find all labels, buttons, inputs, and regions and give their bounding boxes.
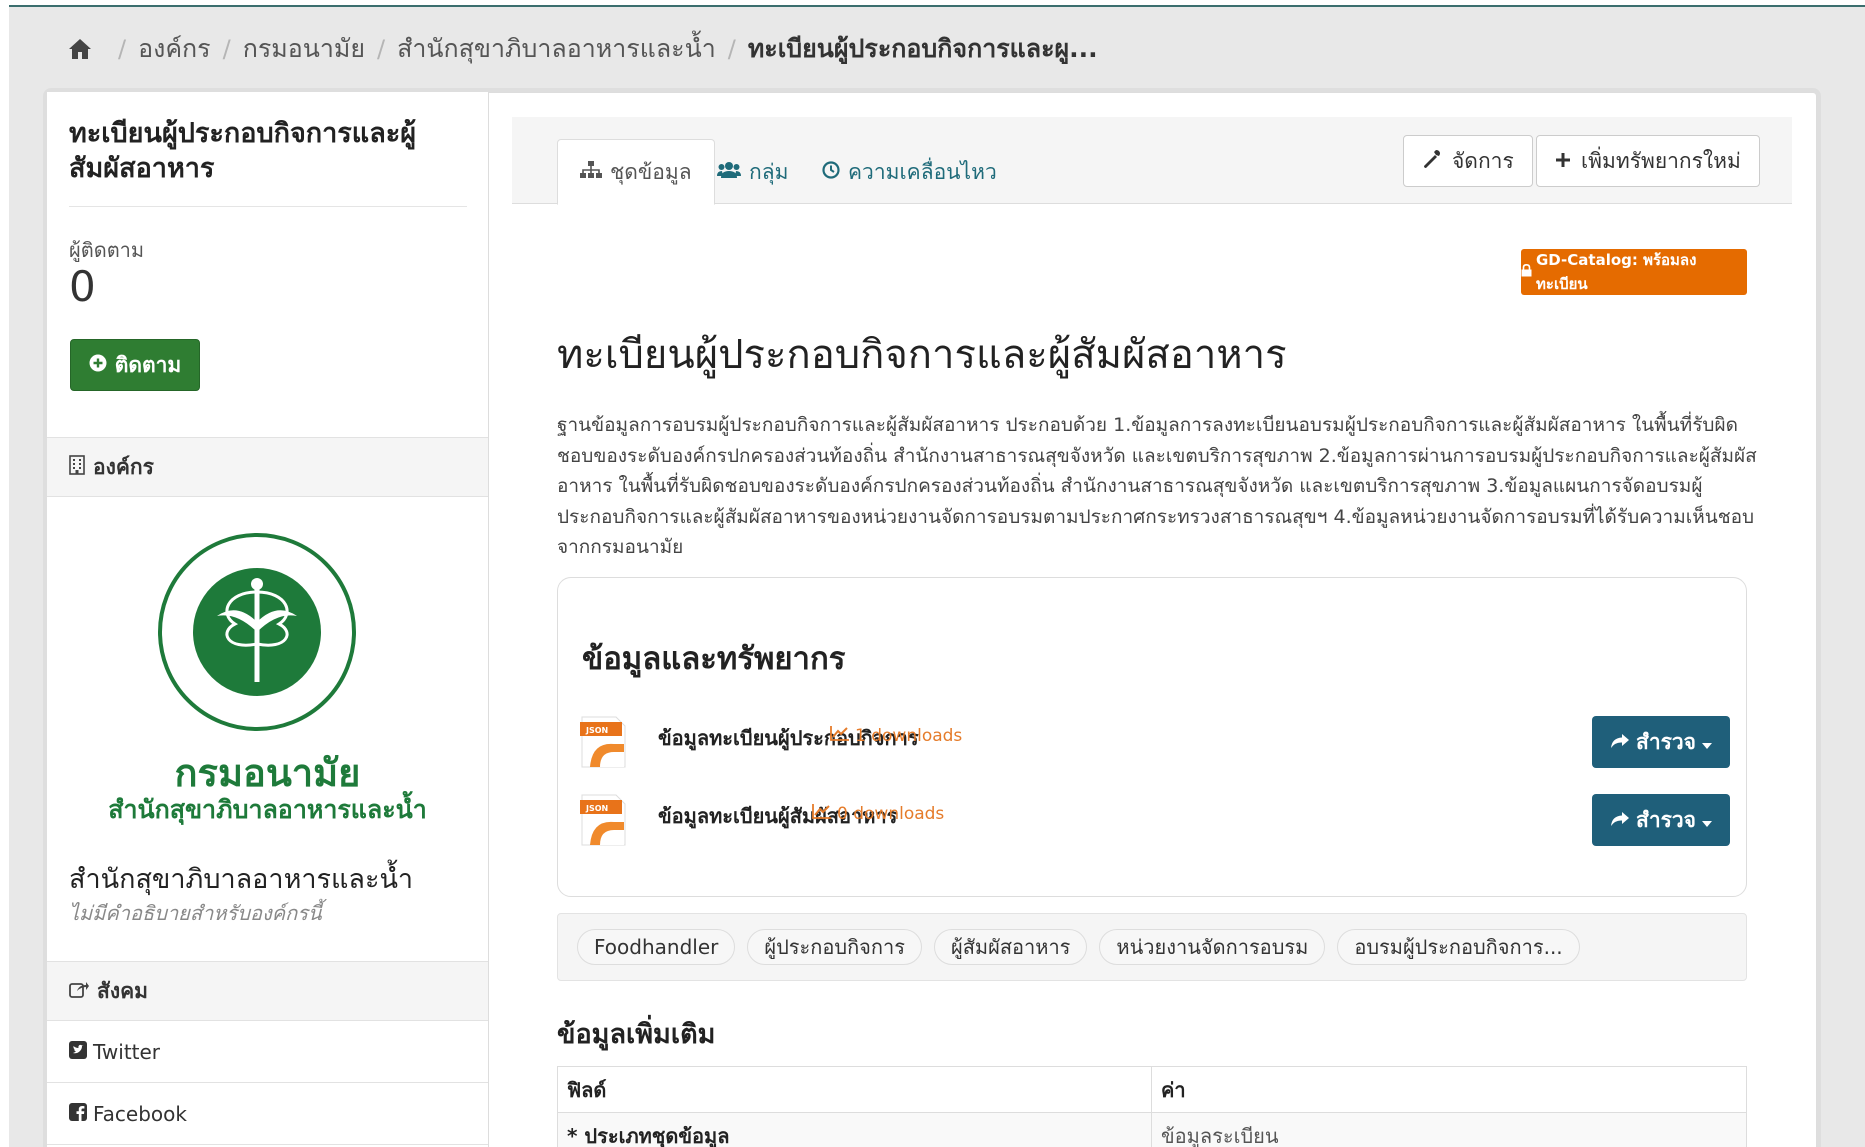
- org-section-header: องค์กร: [47, 437, 488, 497]
- table-cell-field: * ประเภทชุดข้อมูล: [557, 1112, 1152, 1147]
- column-header-value: ค่า: [1151, 1066, 1747, 1113]
- breadcrumb-item-current[interactable]: ทะเบียนผู้ประกอบกิจการและผู...: [748, 29, 1098, 69]
- logo-text-sub: สำนักสุขาภิบาลอาหารและน้ำ: [108, 795, 427, 824]
- tag[interactable]: อบรมผู้ประกอบกิจการ...: [1337, 929, 1580, 965]
- breadcrumb-separator: /: [118, 35, 127, 63]
- dataset-description: ฐานข้อมูลการอบรมผู้ประกอบกิจการและผู้สัม…: [557, 414, 1757, 558]
- plus-icon: [1555, 149, 1571, 173]
- organization-description: ไม่มีคำอธิบายสำหรับองค์กรนี้: [69, 901, 322, 925]
- tag-list: Foodhandler ผู้ประกอบกิจการ ผู้สัมผัสอาห…: [557, 913, 1747, 981]
- resource-downloads-count: 0 downloads: [837, 803, 945, 824]
- resources-heading: ข้อมูลและทรัพยากร: [582, 641, 846, 677]
- content-nav: ชุดข้อมูล กลุ่ม ความเคลื่อนไหว จัดการ เพ…: [512, 117, 1792, 205]
- follow-button-label: ติดตาม: [114, 352, 182, 377]
- add-resource-button-label: เพิ่มทรัพยากรใหม่: [1581, 148, 1741, 173]
- tab-datasets-label: ชุดข้อมูล: [610, 159, 692, 184]
- add-resource-button[interactable]: เพิ่มทรัพยากรใหม่: [1536, 135, 1760, 187]
- tab-groups[interactable]: กลุ่ม: [695, 139, 810, 205]
- explore-button-label: สำรวจ: [1636, 729, 1696, 754]
- sitemap-icon: [580, 160, 602, 184]
- table-header-row: ฟิลด์ ค่า: [557, 1066, 1747, 1113]
- table-cell-value: ข้อมูลระเบียน: [1151, 1112, 1747, 1147]
- line-chart-icon: [830, 725, 850, 746]
- sidebar-dataset-title: ทะเบียนผู้ประกอบกิจการและผู้สัมผัสอาหาร: [69, 118, 417, 184]
- breadcrumb: / องค์กร / กรมอนามัย / สำนักสุขาภิบาลอาห…: [68, 32, 1098, 66]
- tag[interactable]: ผู้สัมผัสอาหาร: [933, 929, 1088, 965]
- twitter-label: Twitter: [93, 1039, 161, 1064]
- json-format-label: JSON: [585, 804, 608, 813]
- breadcrumb-item-organization[interactable]: องค์กร: [138, 29, 211, 69]
- social-section-label: สังคม: [97, 978, 148, 1003]
- caret-down-icon: [1702, 808, 1712, 832]
- tab-activity-label: ความเคลื่อนไหว: [848, 159, 997, 184]
- table-row: * ประเภทชุดข้อมูล ข้อมูลระเบียน: [557, 1112, 1747, 1147]
- dataset-title: ทะเบียนผู้ประกอบกิจการและผู้สัมผัสอาหาร: [557, 332, 1287, 378]
- json-file-icon[interactable]: JSON: [580, 794, 626, 846]
- clock-icon: [822, 160, 840, 184]
- tag[interactable]: Foodhandler: [577, 929, 736, 965]
- wrench-icon: [1422, 149, 1442, 174]
- divider: [69, 206, 467, 207]
- manage-button-label: จัดการ: [1452, 148, 1514, 173]
- resource-item: JSON ข้อมูลทะเบียนผู้สัมผัสอาหาร 0 downl…: [580, 794, 1730, 864]
- social-link-twitter[interactable]: Twitter: [47, 1021, 488, 1083]
- json-format-label: JSON: [585, 726, 608, 735]
- additional-info-table: ฟิลด์ ค่า * ประเภทชุดข้อมูล ข้อมูลระเบีย…: [557, 1066, 1747, 1147]
- tag[interactable]: ผู้ประกอบกิจการ: [747, 929, 922, 965]
- resources-panel: ข้อมูลและทรัพยากร JSON ข้อมูลทะเบียนผู้ป…: [557, 577, 1747, 897]
- tab-groups-label: กลุ่ม: [749, 159, 789, 184]
- facebook-label: Facebook: [93, 1101, 187, 1126]
- org-section-label: องค์กร: [93, 454, 154, 479]
- social-section-header: สังคม: [47, 961, 488, 1021]
- resource-item: JSON ข้อมูลทะเบียนผู้ประกอบกิจการ 1 down…: [580, 716, 1730, 786]
- breadcrumb-separator: /: [222, 35, 231, 63]
- tab-datasets[interactable]: ชุดข้อมูล: [557, 139, 715, 205]
- json-file-icon[interactable]: JSON: [580, 716, 626, 768]
- explore-button[interactable]: สำรวจ: [1592, 794, 1730, 846]
- explore-button[interactable]: สำรวจ: [1592, 716, 1730, 768]
- plus-circle-icon: [89, 353, 107, 377]
- followers-count: 0: [69, 262, 96, 311]
- follow-button[interactable]: ติดตาม: [70, 339, 200, 391]
- line-chart-icon: [812, 803, 832, 824]
- gd-catalog-badge-label: GD-Catalog: พร้อมลงทะเบียน: [1536, 251, 1697, 293]
- share-square-icon: [69, 979, 89, 1003]
- breadcrumb-separator: /: [727, 35, 736, 63]
- resource-downloads: 0 downloads: [812, 803, 944, 824]
- share-icon: [1610, 808, 1630, 832]
- building-icon: [69, 454, 85, 480]
- users-icon: [717, 160, 741, 184]
- gd-catalog-badge[interactable]: GD-Catalog: พร้อมลงทะเบียน: [1521, 249, 1747, 295]
- social-link-facebook[interactable]: Facebook: [47, 1083, 488, 1145]
- facebook-icon: [69, 1102, 87, 1126]
- tab-activity[interactable]: ความเคลื่อนไหว: [800, 139, 1019, 205]
- resource-downloads-count: 1 downloads: [855, 725, 963, 746]
- share-icon: [1610, 730, 1630, 754]
- manage-button[interactable]: จัดการ: [1403, 135, 1533, 187]
- resource-downloads: 1 downloads: [830, 725, 962, 746]
- caret-down-icon: [1702, 730, 1712, 754]
- column-header-field: ฟิลด์: [557, 1066, 1152, 1113]
- sidebar: ทะเบียนผู้ประกอบกิจการและผู้สัมผัสอาหาร …: [47, 92, 489, 1147]
- breadcrumb-separator: /: [377, 35, 386, 63]
- twitter-icon: [69, 1040, 87, 1064]
- additional-info-heading: ข้อมูลเพิ่มเติม: [557, 1019, 716, 1050]
- home-icon[interactable]: [68, 38, 92, 60]
- breadcrumb-item-department[interactable]: กรมอนามัย: [243, 29, 365, 69]
- tag[interactable]: หน่วยงานจัดการอบรม: [1099, 929, 1326, 965]
- organization-name: สำนักสุขาภิบาลอาหารและน้ำ: [69, 864, 414, 895]
- lock-icon: [1521, 263, 1532, 281]
- breadcrumb-item-bureau[interactable]: สำนักสุขาภิบาลอาหารและน้ำ: [397, 29, 716, 69]
- explore-button-label: สำรวจ: [1636, 807, 1696, 832]
- organization-logo[interactable]: [157, 532, 357, 732]
